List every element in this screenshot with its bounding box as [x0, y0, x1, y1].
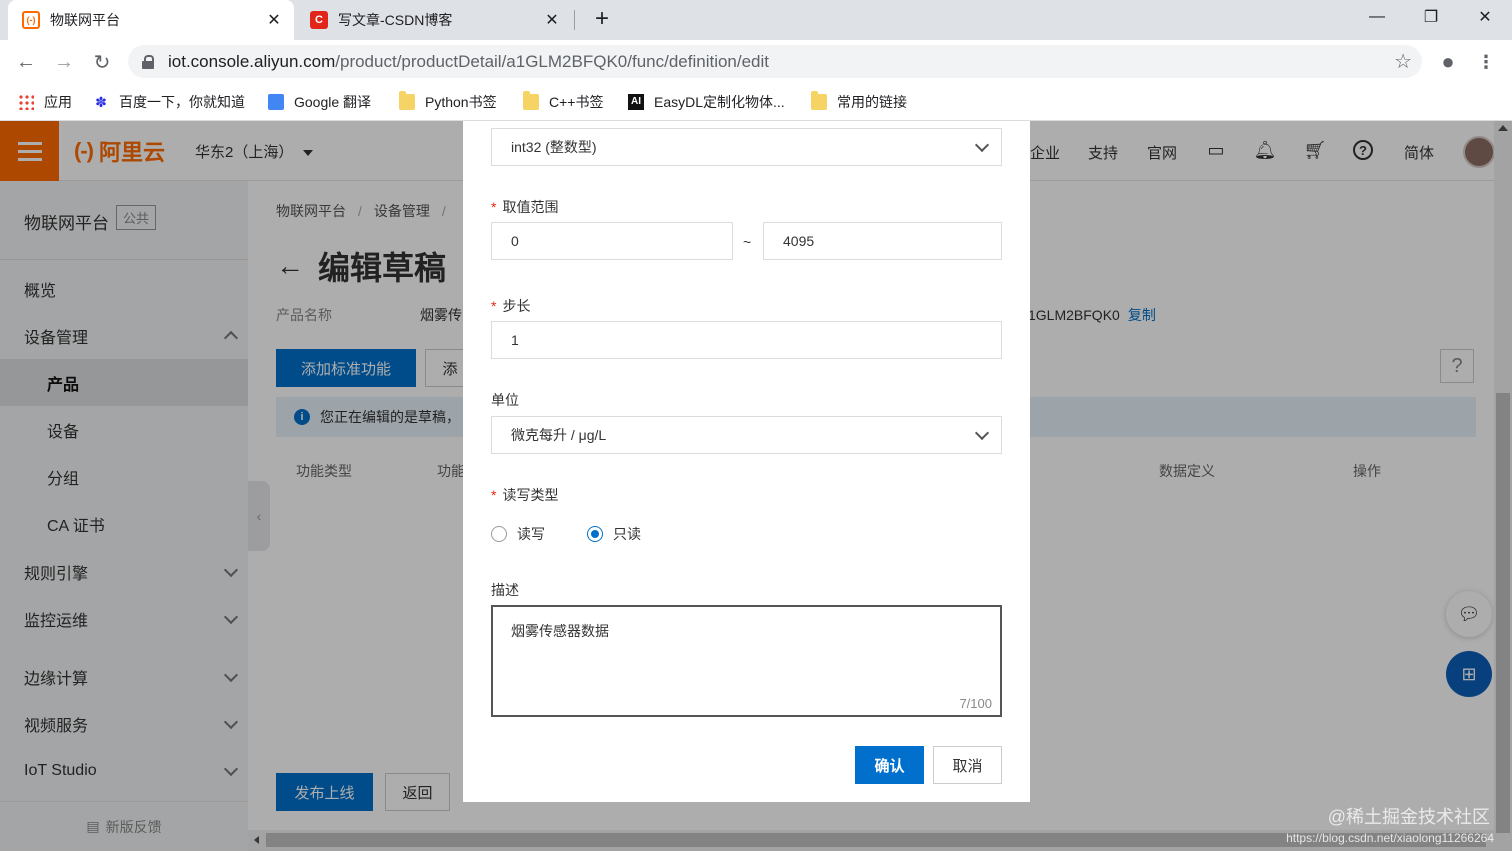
- description-textarea[interactable]: 烟雾传感器数据 7/100: [491, 605, 1002, 717]
- range-min-input[interactable]: 0: [491, 222, 733, 260]
- cancel-button[interactable]: 取消: [933, 746, 1002, 784]
- radio-read-only-label[interactable]: 只读: [613, 524, 641, 544]
- apps-grid-icon: [18, 94, 34, 110]
- description-label: 描述: [491, 582, 519, 598]
- translate-icon: [268, 94, 284, 110]
- bookmark-google-translate[interactable]: Google 翻译: [268, 91, 371, 113]
- tab-divider: [574, 10, 575, 30]
- tab-iot-platform[interactable]: (-) 物联网平台 ✕: [8, 0, 294, 40]
- ai-icon: AI: [628, 94, 644, 110]
- step-input[interactable]: 1: [491, 321, 1002, 359]
- page-viewport: (-) 阿里云 华东2（上海） 企业 支持 官网 ▭ 🔔︎ 🛒︎ ? 简体 物联…: [0, 121, 1512, 851]
- minimize-icon[interactable]: —: [1354, 0, 1400, 34]
- radio-read-write[interactable]: [491, 526, 507, 542]
- unit-select[interactable]: 微克每升 / μg/L: [491, 416, 1002, 454]
- baidu-icon: ✽: [95, 94, 107, 110]
- char-counter: 7/100: [959, 696, 992, 711]
- bookmark-apps[interactable]: 应用: [18, 91, 72, 113]
- unit-label: 单位: [491, 392, 519, 408]
- bookmark-links[interactable]: 常用的链接: [811, 91, 907, 113]
- rw-type-group: 读写 只读: [491, 524, 641, 544]
- aliyun-icon: (-): [22, 11, 40, 29]
- folder-icon: [399, 91, 415, 110]
- folder-icon: [811, 91, 827, 110]
- chevron-down-icon: [974, 137, 990, 152]
- radio-read-write-label[interactable]: 读写: [517, 524, 545, 544]
- new-tab-icon[interactable]: +: [588, 6, 616, 34]
- bookmark-baidu[interactable]: ✽ 百度一下，你就知道: [93, 91, 245, 113]
- bookmark-easydl[interactable]: AI EasyDL定制化物体...: [628, 91, 785, 113]
- close-tab-icon[interactable]: ✕: [540, 10, 564, 30]
- range-separator: ~: [743, 234, 752, 250]
- tab-title: 物联网平台: [50, 12, 120, 28]
- bookmark-cpp[interactable]: C++书签: [523, 91, 603, 113]
- forward-arrow-icon[interactable]: →: [50, 48, 78, 76]
- range-label: * 取值范围: [491, 199, 559, 215]
- radio-read-only[interactable]: [587, 526, 603, 542]
- close-window-icon[interactable]: ✕: [1462, 0, 1508, 34]
- bookmarks-bar: 应用 ✽ 百度一下，你就知道 Google 翻译 Python书签 C++书签 …: [0, 84, 1512, 121]
- close-tab-icon[interactable]: ✕: [262, 10, 286, 30]
- watermark-url: https://blog.csdn.net/xiaolong11266264: [1286, 831, 1494, 845]
- watermark: @稀土掘金技术社区: [1327, 807, 1490, 827]
- url-text: iot.console.aliyun.com/product/productDe…: [168, 51, 770, 71]
- account-icon[interactable]: ●: [1434, 48, 1462, 76]
- menu-kebab-icon[interactable]: ⋮: [1472, 48, 1500, 76]
- range-max-input[interactable]: 4095: [763, 222, 1002, 260]
- lock-icon: [142, 54, 154, 69]
- edit-property-dialog: int32 (整数型) * 取值范围 0 ~ 4095 * 步长 1 单位 微克每升…: [463, 121, 1030, 802]
- address-bar[interactable]: iot.console.aliyun.com/product/productDe…: [128, 45, 1422, 78]
- chevron-down-icon: [974, 425, 990, 440]
- tab-title: 写文章-CSDN博客: [338, 12, 453, 28]
- reload-icon[interactable]: ↻: [88, 48, 116, 76]
- bookmark-python[interactable]: Python书签: [399, 91, 497, 113]
- rw-type-label: * 读写类型: [491, 487, 559, 503]
- csdn-icon: C: [310, 11, 328, 29]
- browser-tab-strip: (-) 物联网平台 ✕ C 写文章-CSDN博客 ✕ + — ❐ ✕: [0, 0, 1512, 40]
- maximize-icon[interactable]: ❐: [1408, 0, 1454, 34]
- folder-icon: [523, 91, 539, 110]
- step-label: * 步长: [491, 298, 531, 314]
- browser-toolbar: ← → ↻ iot.console.aliyun.com/product/pro…: [0, 40, 1512, 84]
- back-arrow-icon[interactable]: ←: [12, 48, 40, 76]
- confirm-button[interactable]: 确认: [855, 746, 924, 784]
- star-icon[interactable]: ☆: [1394, 49, 1412, 74]
- tab-csdn[interactable]: C 写文章-CSDN博客 ✕: [296, 0, 572, 40]
- data-type-select[interactable]: int32 (整数型): [491, 128, 1002, 166]
